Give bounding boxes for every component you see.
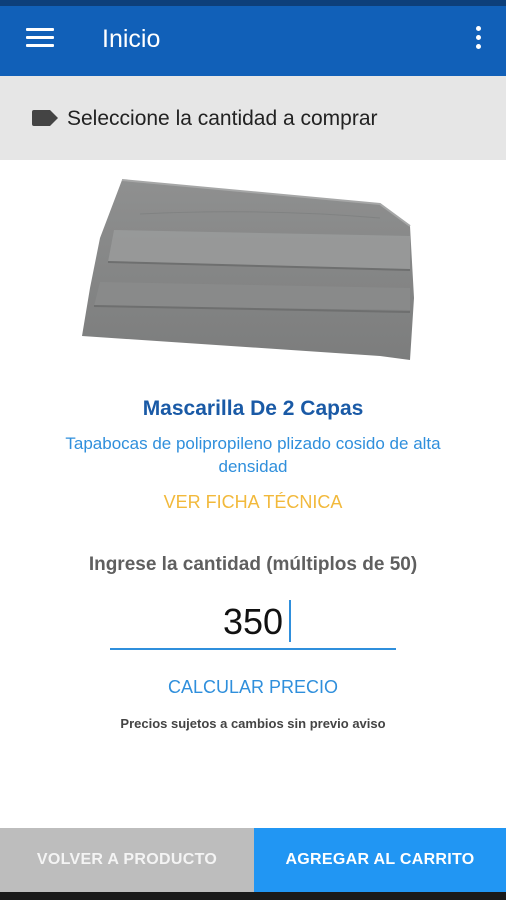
face-mask-image <box>82 179 414 360</box>
more-vertical-icon[interactable] <box>472 26 484 54</box>
tech-sheet-link[interactable]: VER FICHA TÉCNICA <box>0 492 506 513</box>
calculate-price-button[interactable]: CALCULAR PRECIO <box>0 677 506 698</box>
product-description: Tapabocas de polipropileno plizado cosid… <box>65 434 441 476</box>
back-to-product-button[interactable]: VOLVER A PRODUCTO <box>0 828 254 892</box>
text-cursor <box>289 600 291 642</box>
quantity-label: Ingrese la cantidad (múltiplos de 50) <box>88 554 418 575</box>
quantity-input[interactable] <box>110 596 396 650</box>
navigation-bar <box>0 892 506 900</box>
app-bar: Inicio <box>0 6 506 76</box>
price-disclaimer: Precios sujetos a cambios sin previo avi… <box>120 716 386 731</box>
add-to-cart-button[interactable]: AGREGAR AL CARRITO <box>254 828 506 892</box>
hamburger-menu-icon[interactable] <box>26 28 54 50</box>
product-name: Mascarilla De 2 Capas <box>142 397 364 420</box>
banner-text: Seleccione la cantidad a comprar <box>67 107 378 130</box>
tag-icon <box>32 110 58 126</box>
page-title: Inicio <box>102 25 161 53</box>
